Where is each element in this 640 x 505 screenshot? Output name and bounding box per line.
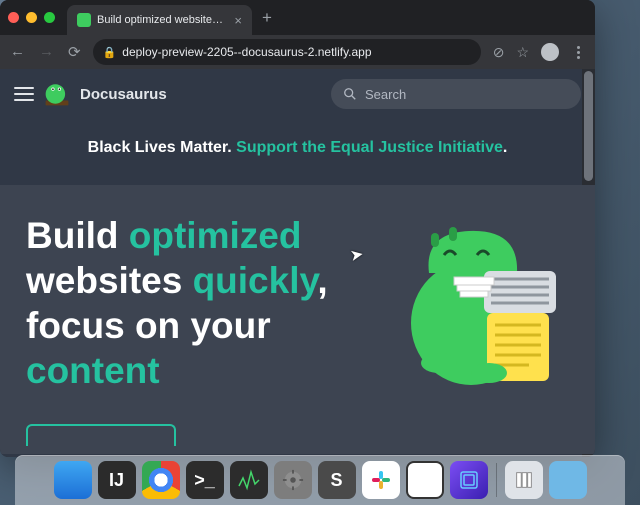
browser-tabbar: Build optimized websites quic × +: [0, 0, 595, 35]
dock-app-preferences[interactable]: [274, 461, 312, 499]
window-maximize-button[interactable]: [44, 12, 55, 23]
dock-folder[interactable]: [505, 461, 543, 499]
site-navbar: Docusaurus Search: [0, 69, 595, 119]
dock-app-intellij[interactable]: IJ: [98, 461, 136, 499]
site-brand[interactable]: Docusaurus: [80, 86, 167, 103]
browser-window: Build optimized websites quic × + ← → ⟳ …: [0, 0, 595, 457]
dock-app-sublime[interactable]: S: [318, 461, 356, 499]
menu-icon[interactable]: [14, 87, 34, 101]
accent-word: optimized: [129, 215, 302, 256]
menu-button[interactable]: [571, 46, 585, 59]
site-logo[interactable]: [44, 81, 70, 107]
browser-tab[interactable]: Build optimized websites quic ×: [67, 5, 252, 35]
announcement-banner: Black Lives Matter. Support the Equal Ju…: [0, 119, 595, 185]
banner-prefix: Black Lives Matter.: [88, 139, 232, 156]
banner-link[interactable]: Support the Equal Justice Initiative: [236, 139, 503, 156]
dock-app-misc[interactable]: [450, 461, 488, 499]
search-icon: [343, 87, 357, 101]
mascot-illustration: [399, 213, 569, 393]
tab-favicon: [77, 13, 91, 27]
address-bar[interactable]: 🔒 deploy-preview-2205--docusaurus-2.netl…: [93, 39, 481, 65]
lock-icon: 🔒: [103, 46, 117, 59]
dock-app-chrome[interactable]: [142, 461, 180, 499]
search-input[interactable]: Search: [331, 79, 581, 109]
dock-separator: [496, 463, 497, 497]
browser-toolbar: ← → ⟳ 🔒 deploy-preview-2205--docusaurus-…: [0, 35, 595, 69]
dock-app-webex[interactable]: W: [406, 461, 444, 499]
hero-headline: Build optimized websites quickly, focus …: [26, 213, 387, 394]
dock-downloads[interactable]: [549, 461, 587, 499]
search-placeholder: Search: [365, 87, 406, 102]
nav-buttons: ← → ⟳: [10, 43, 81, 61]
bookmark-icon[interactable]: ☆: [516, 44, 529, 61]
accent-word: content: [26, 350, 160, 391]
dock-app-slack[interactable]: [362, 461, 400, 499]
profile-avatar[interactable]: [541, 43, 559, 61]
toolbar-right: ⊘ ☆: [493, 43, 585, 61]
url-text: deploy-preview-2205--docusaurus-2.netlif…: [122, 45, 371, 59]
window-minimize-button[interactable]: [26, 12, 37, 23]
new-tab-button[interactable]: +: [262, 8, 272, 28]
banner-suffix: .: [503, 139, 507, 156]
page-content: Docusaurus Search Black Lives Matter. Su…: [0, 69, 595, 457]
forward-button[interactable]: →: [39, 43, 54, 61]
shield-icon[interactable]: ⊘: [493, 44, 505, 61]
accent-word: quickly: [193, 260, 318, 301]
tab-title: Build optimized websites quic: [97, 14, 228, 26]
dock-app-activity[interactable]: [230, 461, 268, 499]
dock-app-finder[interactable]: [54, 461, 92, 499]
scrollbar-thumb[interactable]: [584, 71, 593, 181]
dock-app-terminal[interactable]: >_: [186, 461, 224, 499]
macos-dock: IJ >_ S W: [15, 455, 625, 505]
cta-button-partial[interactable]: [26, 424, 176, 446]
back-button[interactable]: ←: [10, 43, 25, 61]
window-controls: [8, 12, 55, 23]
tab-close-icon[interactable]: ×: [234, 13, 242, 28]
reload-button[interactable]: ⟳: [68, 43, 81, 61]
hero-section: Build optimized websites quickly, focus …: [0, 185, 595, 454]
window-close-button[interactable]: [8, 12, 19, 23]
